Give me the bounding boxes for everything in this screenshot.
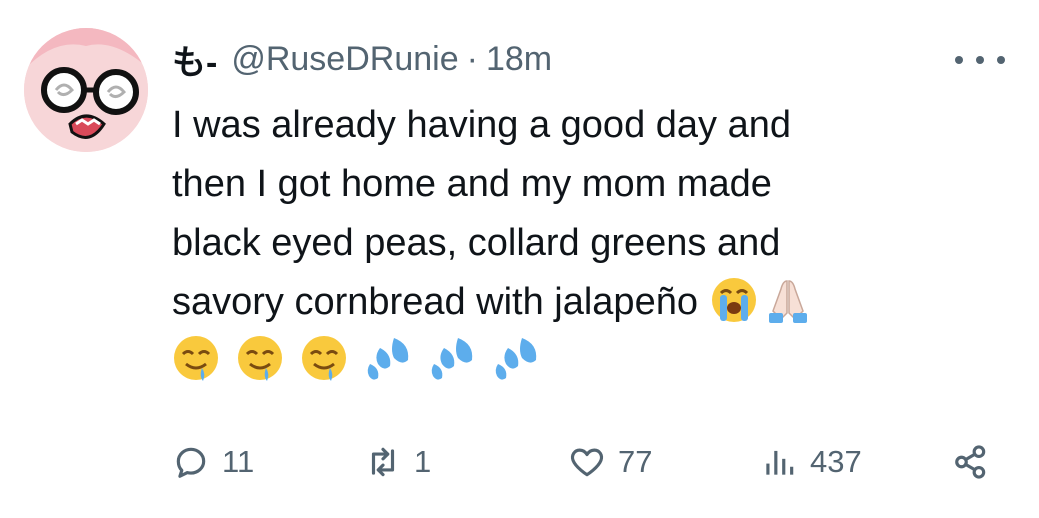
timestamp[interactable]: 18m (486, 40, 552, 79)
views-button[interactable]: 437 (760, 434, 862, 490)
repost-count: 1 (414, 444, 432, 479)
avatar[interactable] (24, 28, 148, 152)
repost-icon (371, 447, 395, 477)
more-icon[interactable] (955, 50, 1005, 70)
reply-count: 11 (222, 444, 255, 479)
tweet-actions: 11 1 77 437 (172, 434, 1006, 490)
drooling-face-emoji (236, 334, 286, 384)
drooling-face-emoji (172, 334, 222, 384)
tweet-text-line: savory cornbread with jalapeño (172, 281, 698, 323)
tweet-text-line: then I got home and my mom made (172, 163, 772, 205)
sweat-droplets-emoji (492, 334, 542, 384)
folded-hands-emoji (763, 275, 813, 325)
emoji-row (172, 336, 972, 388)
repost-button[interactable]: 1 (364, 434, 431, 490)
tweet-header: も- @RuseDRunie · 18m (172, 34, 552, 84)
tweet-text-line: black eyed peas, collard greens and (172, 222, 781, 264)
avatar-image (24, 28, 148, 152)
more-dot (955, 56, 963, 64)
like-count: 77 (618, 444, 653, 479)
more-dot (997, 56, 1005, 64)
like-button[interactable]: 77 (568, 434, 652, 490)
author-name[interactable]: も- (172, 35, 217, 84)
separator: · (466, 39, 478, 78)
drooling-face-emoji (300, 334, 350, 384)
reply-button[interactable]: 11 (172, 434, 254, 490)
author-handle[interactable]: @RuseDRunie (231, 40, 458, 79)
share-button[interactable] (952, 434, 990, 490)
sweat-droplets-emoji (428, 334, 478, 384)
tweet-text-line-with-emoji: savory cornbread with jalapeño (172, 273, 972, 332)
views-icon (766, 450, 794, 475)
loudly-crying-face-emoji (709, 275, 759, 325)
heart-icon (570, 448, 604, 477)
share-icon (955, 445, 986, 479)
reply-icon (176, 447, 206, 478)
tweet-text-line: I was already having a good day and (172, 104, 791, 146)
sweat-droplets-emoji (364, 334, 414, 384)
views-count: 437 (810, 444, 862, 479)
more-dot (976, 56, 984, 64)
tweet-text: I was already having a good day and then… (172, 96, 972, 388)
